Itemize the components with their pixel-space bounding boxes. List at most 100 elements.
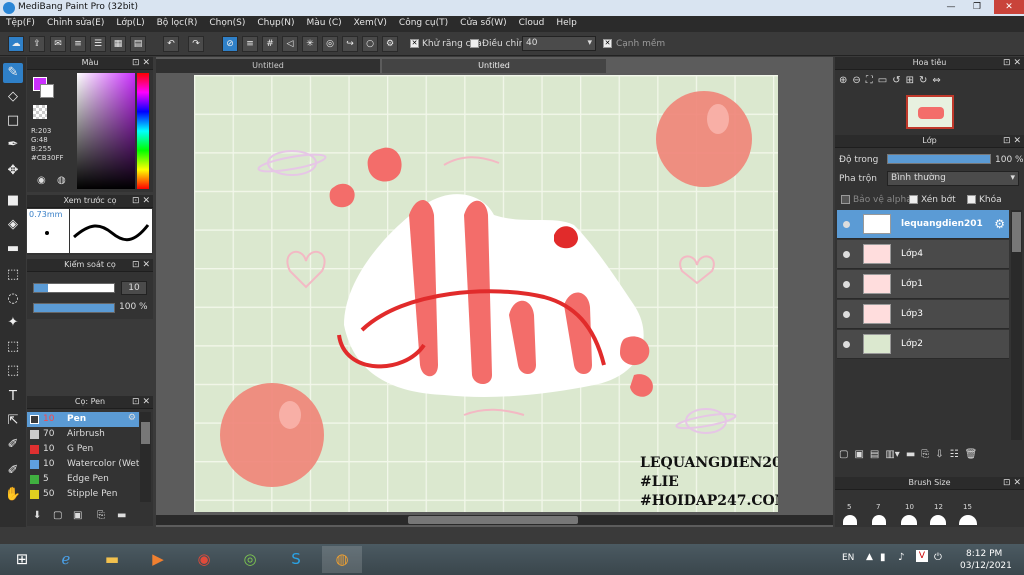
bucket-tool-icon[interactable]: ◈ (3, 215, 23, 235)
clock-date[interactable]: 03/12/2021 (960, 561, 1012, 571)
ellipse-snap-icon[interactable]: ○ (362, 36, 378, 52)
menu-help[interactable]: Help (550, 16, 583, 32)
close-icon[interactable]: ⊡ ✕ (132, 57, 150, 69)
duplicate-layer-icon[interactable]: ⎘ (921, 449, 929, 460)
download-brush-icon[interactable]: ⬇ (33, 510, 41, 521)
list-doc-icon[interactable]: ☰ (90, 36, 106, 52)
new-brush-icon[interactable]: ▢ (53, 510, 62, 521)
brush-item-g-pen[interactable]: 10 G Pen (27, 442, 139, 457)
close-icon[interactable]: ⊡ ✕ (132, 396, 150, 408)
flip-icon[interactable]: ⇔ (932, 75, 940, 86)
minimize-button[interactable]: — (938, 0, 964, 14)
brush-size-field[interactable]: 10 (121, 281, 147, 295)
cloud-icon[interactable]: ☁ (8, 36, 24, 52)
grid-doc-icon[interactable]: ▦ (110, 36, 126, 52)
layer-row-lequangdien201[interactable]: lequangdien201 ⚙ (837, 210, 1009, 239)
background-color-swatch[interactable] (40, 84, 54, 98)
restore-button[interactable]: ❐ (964, 0, 990, 14)
app-green-icon[interactable]: ◎ (230, 546, 270, 573)
color-wheel-icon[interactable]: ◍ (57, 175, 66, 186)
brush-size-5[interactable]: 5 (847, 503, 851, 511)
rotate-right-icon[interactable]: ↻ (919, 75, 927, 86)
media-player-icon[interactable]: ▶ (138, 546, 178, 573)
close-button[interactable]: ✕ (994, 0, 1024, 14)
brush-item-airbrush[interactable]: 70 Airbrush (27, 427, 139, 442)
menu-edit[interactable]: Chỉnh sửa(E) (41, 16, 110, 32)
undo-icon[interactable]: ↶ (163, 36, 179, 52)
layer-blend-select[interactable]: Bình thường ▾ (887, 171, 1019, 186)
brush-opacity-slider[interactable] (33, 303, 115, 313)
upload-icon[interactable]: ⇪ (29, 36, 45, 52)
brush-size-7[interactable]: 7 (876, 503, 880, 511)
adjust-checkbox[interactable] (470, 39, 479, 48)
circle-snap-icon[interactable]: ◎ (322, 36, 338, 52)
lock-checkbox[interactable] (967, 195, 976, 204)
settings-gear-icon[interactable]: ⚙ (382, 36, 398, 52)
brush-item-watercolor[interactable]: 10 Watercolor (Wet) (27, 457, 139, 472)
close-icon[interactable]: ⊡ ✕ (1003, 135, 1021, 147)
tab-untitled-1[interactable]: Untitled (156, 59, 380, 73)
navigator-thumbnail[interactable] (906, 95, 954, 129)
brush-size-12[interactable]: 12 (934, 503, 943, 511)
gear-icon[interactable]: ⚙ (994, 217, 1005, 231)
chrome-icon[interactable]: ◉ (184, 546, 224, 573)
actual-size-icon[interactable]: ▭ (878, 75, 887, 86)
brush-list-scrollbar[interactable] (140, 412, 151, 502)
sharp-checkbox[interactable]: ✕ (603, 39, 612, 48)
new-halftone-layer-icon[interactable]: ▣ (854, 449, 863, 460)
tab-untitled-2[interactable]: Untitled (382, 59, 606, 73)
close-icon[interactable]: ⊡ ✕ (1003, 57, 1021, 69)
gear-icon[interactable]: ⚙ (128, 413, 136, 423)
brush-size-slider[interactable] (33, 283, 115, 293)
vanishing-point-icon[interactable]: ◁ (282, 36, 298, 52)
menu-color[interactable]: Màu (C) (301, 16, 348, 32)
eyedropper2-tool-icon[interactable]: ✐ (3, 461, 23, 481)
skype-icon[interactable]: S (276, 546, 316, 573)
menu-file[interactable]: Tệp(F) (0, 16, 41, 32)
layer-row-lop2[interactable]: Lớp2 (837, 330, 1009, 359)
menu-window[interactable]: Cửa sổ(W) (454, 16, 512, 32)
panel-icon[interactable]: ▤ (130, 36, 146, 52)
brush-item-edge-pen[interactable]: 5 Edge Pen (27, 472, 139, 487)
redo-icon[interactable]: ↷ (188, 36, 204, 52)
internet-explorer-icon[interactable]: ℯ (46, 546, 86, 573)
copy-brush-icon[interactable]: ⎘ (97, 510, 105, 521)
comment-icon[interactable]: ✉ (50, 36, 66, 52)
artboard[interactable]: LEQUANGDIEN201 #LIE #HOIDAP247.COM (194, 75, 778, 512)
fill-rect-tool-icon[interactable]: ■ (3, 191, 23, 211)
layer-row-lop4[interactable]: Lớp4 (837, 240, 1009, 269)
new-8bit-layer-icon[interactable]: ▤ (870, 449, 879, 460)
center-icon[interactable]: ⊞ (906, 75, 914, 86)
file-explorer-icon[interactable]: ▬ (92, 546, 132, 573)
eraser-tool-icon[interactable]: ◇ (3, 87, 23, 107)
zoom-out-icon[interactable]: ⊖ (852, 75, 860, 86)
close-icon[interactable]: ⊡ ✕ (132, 195, 150, 207)
eye-icon[interactable] (843, 311, 850, 318)
crisscross-snap-icon[interactable]: # (262, 36, 278, 52)
power-icon[interactable]: ⏻ (934, 552, 942, 563)
canvas-scroll-thumb[interactable] (408, 516, 578, 524)
select-pen-tool-icon[interactable]: ⬚ (3, 337, 23, 357)
layer-row-lop3[interactable]: Lớp3 (837, 300, 1009, 329)
saturation-value-picker[interactable] (77, 73, 135, 189)
magic-wand-tool-icon[interactable]: ✦ (3, 313, 23, 333)
network-icon[interactable]: ▮ (880, 552, 886, 563)
select-eraser-tool-icon[interactable]: ⬚ (3, 361, 23, 381)
eyedropper-tool-icon[interactable]: ✐ (3, 435, 23, 455)
brush-item-stipple-pen[interactable]: 50 Stipple Pen (27, 487, 139, 502)
parallel-snap-icon[interactable]: ≡ (242, 36, 258, 52)
pen-tool-icon[interactable]: ✒ (3, 135, 23, 155)
close-icon[interactable]: ⊡ ✕ (1003, 477, 1021, 489)
dot-tool-icon[interactable]: □ (3, 111, 23, 131)
menu-filter[interactable]: Bộ lọc(R) (151, 16, 204, 32)
palette-icon[interactable]: ◉ (37, 175, 46, 186)
select-rect-tool-icon[interactable]: ⬚ (3, 265, 23, 285)
eye-icon[interactable] (843, 221, 850, 228)
clipping-checkbox[interactable] (909, 195, 918, 204)
antialias-checkbox[interactable]: ✕ (410, 39, 419, 48)
operation-tool-icon[interactable]: ⇱ (3, 411, 23, 431)
new-layer-icon[interactable]: ▢ (839, 449, 848, 460)
move-tool-icon[interactable]: ✥ (3, 161, 23, 181)
folder-icon[interactable]: ▬ (117, 510, 126, 521)
protect-alpha-checkbox[interactable] (841, 195, 850, 204)
